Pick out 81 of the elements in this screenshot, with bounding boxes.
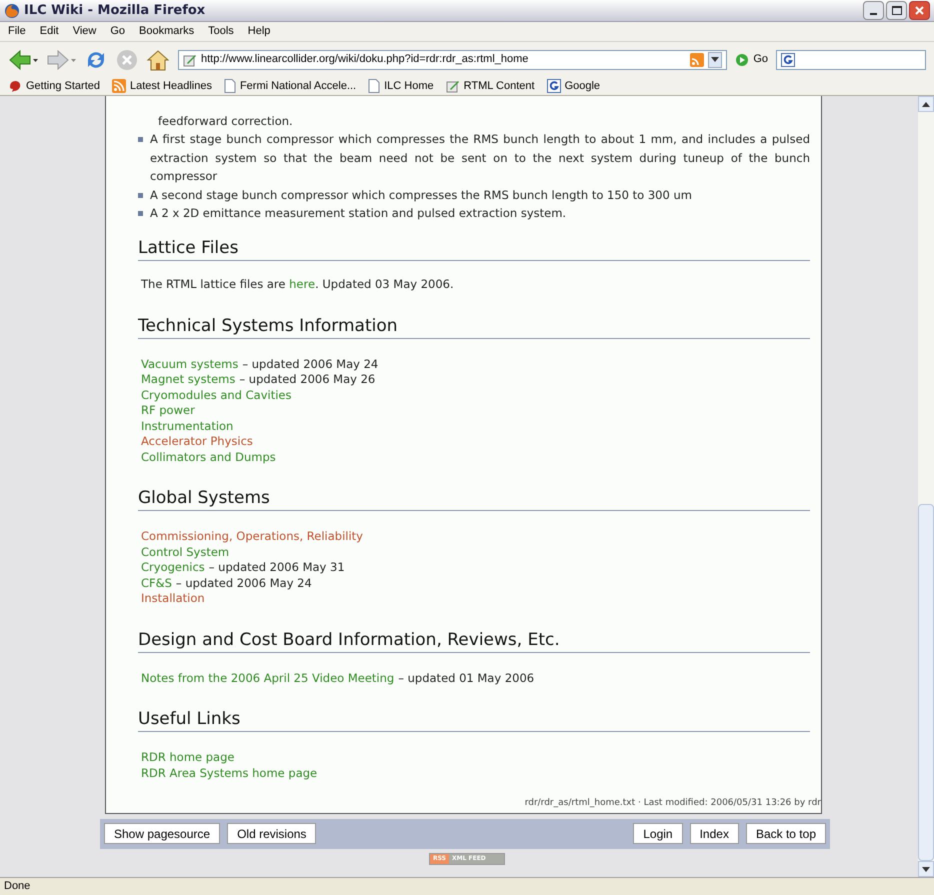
- go-icon: [735, 52, 750, 66]
- menu-item[interactable]: File: [8, 23, 26, 40]
- address-text: http://www.linearcollider.org/wiki/doku.php?id=rdr:rdr_as:rtml_home: [201, 52, 528, 68]
- menu-item[interactable]: Bookmarks: [139, 23, 194, 40]
- google-icon: [781, 52, 795, 66]
- update-note: – updated 01 May 2006: [398, 670, 534, 686]
- minimize-icon: [870, 13, 877, 15]
- wiki-link[interactable]: CF&S: [141, 576, 172, 591]
- bookmark-link[interactable]: ILC Home: [384, 78, 434, 94]
- list-item: A first stage bunch compressor which compresses the RMS bunch length to about 1 mm, and includes a pulsed extraction system so that the beam need not be sent on to the next system during tuneup of the bunch compressor: [150, 131, 810, 185]
- wiki-link[interactable]: Installation: [141, 591, 205, 606]
- wiki-link[interactable]: Cryogenics: [141, 560, 205, 576]
- section-heading: Technical Systems Information: [138, 314, 810, 338]
- section-heading: Global Systems: [138, 487, 810, 511]
- update-note: – updated 2006 May 26: [239, 372, 376, 388]
- wiki-link[interactable]: Collimators and Dumps: [141, 450, 276, 465]
- section-heading: Lattice Files: [138, 236, 810, 260]
- bookmark-link[interactable]: RTML Content: [464, 78, 535, 94]
- menu-item[interactable]: Edit: [40, 23, 59, 40]
- dropdown-icon[interactable]: [708, 52, 722, 68]
- section-heading: Useful Links: [138, 708, 810, 732]
- bookmark-link[interactable]: Google: [564, 78, 600, 94]
- scroll-thumb[interactable]: [918, 504, 934, 861]
- wiki-link[interactable]: Magnet systems: [141, 372, 236, 388]
- close-button[interactable]: [909, 1, 930, 20]
- update-note: – updated 2006 May 24: [242, 356, 378, 372]
- wiki-link[interactable]: RDR home page: [141, 750, 234, 766]
- status-text: Done: [4, 879, 30, 894]
- forward-arrow-icon[interactable]: [46, 48, 76, 72]
- minimize-button[interactable]: [863, 1, 884, 20]
- page-icon: [224, 79, 236, 93]
- footer-button[interactable]: Show pagesource: [104, 823, 220, 844]
- bullet-icon: [138, 137, 143, 142]
- go-button[interactable]: Go: [735, 51, 768, 68]
- window-title: ILC Wiki - Mozilla Firefox: [24, 2, 206, 20]
- menu-item[interactable]: View: [72, 23, 96, 40]
- menu-item[interactable]: Help: [248, 23, 270, 40]
- wiki-link[interactable]: Instrumentation: [141, 418, 234, 434]
- feed-icon: [112, 79, 126, 93]
- menu-item[interactable]: Tools: [208, 23, 234, 40]
- browser-logo-icon: [4, 2, 20, 18]
- wiki-link[interactable]: RDR Area Systems home page: [141, 766, 318, 781]
- scrollbar[interactable]: [918, 96, 934, 877]
- google-icon: [546, 79, 561, 93]
- address-field[interactable]: http://www.linearcollider.org/wiki/doku.php?id=rdr:rdr_as:rtml_home: [178, 50, 728, 70]
- wiki-link[interactable]: Notes from the 2006 April 25 Video Meeting: [141, 670, 394, 686]
- wiki-link[interactable]: Commissioning, Operations, Reliability: [141, 529, 363, 544]
- scroll-up-icon[interactable]: [918, 96, 934, 112]
- wiki-link[interactable]: Cryomodules and Cavities: [141, 388, 292, 403]
- home-icon[interactable]: [146, 48, 170, 72]
- wiki-link[interactable]: Vacuum systems: [141, 356, 238, 372]
- bookmark-link[interactable]: Getting Started: [26, 78, 100, 94]
- bullet-icon: [138, 211, 143, 216]
- wiki-link[interactable]: here: [289, 276, 316, 290]
- page-meta: rdr/rdr_as/rtml_home.txt · Last modified: 2006/05/31 13:26 by rdr: [524, 797, 821, 810]
- paragraph: The RTML lattice files are here. Updated 03 May 2006.: [141, 276, 455, 292]
- paragraph: feedforward correction.: [157, 113, 294, 130]
- bullet-icon: [138, 192, 143, 198]
- scroll-down-icon[interactable]: [918, 861, 934, 877]
- update-note: – updated 2006 May 24: [176, 576, 312, 591]
- footer-button[interactable]: Login: [633, 823, 683, 844]
- maximize-button[interactable]: [886, 1, 907, 20]
- footer-button[interactable]: Old revisions: [227, 823, 316, 844]
- pencil-icon: [183, 52, 197, 66]
- update-note: – updated 2006 May 31: [208, 560, 345, 576]
- list-item: A second stage bunch compressor which compresses the RMS bunch length to 150 to 300 um: [150, 186, 692, 204]
- page-icon: [368, 79, 380, 93]
- bookmark-link[interactable]: Fermi National Accele...: [240, 78, 356, 94]
- bookmark-link[interactable]: Latest Headlines: [130, 78, 212, 94]
- maximize-icon: [892, 6, 902, 15]
- menu-item[interactable]: Go: [110, 23, 126, 40]
- wiki-link[interactable]: Accelerator Physics: [141, 434, 253, 450]
- close-icon: [915, 6, 924, 15]
- wiki-link[interactable]: RF power: [141, 403, 195, 418]
- footer-button[interactable]: Back to top: [746, 823, 826, 844]
- search-field[interactable]: [776, 50, 926, 70]
- footer-button[interactable]: Index: [690, 823, 739, 844]
- list-item: A 2 x 2D emittance measurement station and pulsed extraction system.: [150, 205, 566, 222]
- back-arrow-icon[interactable]: [8, 48, 38, 72]
- section-heading: Design and Cost Board Information, Reviews, Etc.: [138, 628, 810, 652]
- wiki-link[interactable]: Control System: [141, 544, 230, 560]
